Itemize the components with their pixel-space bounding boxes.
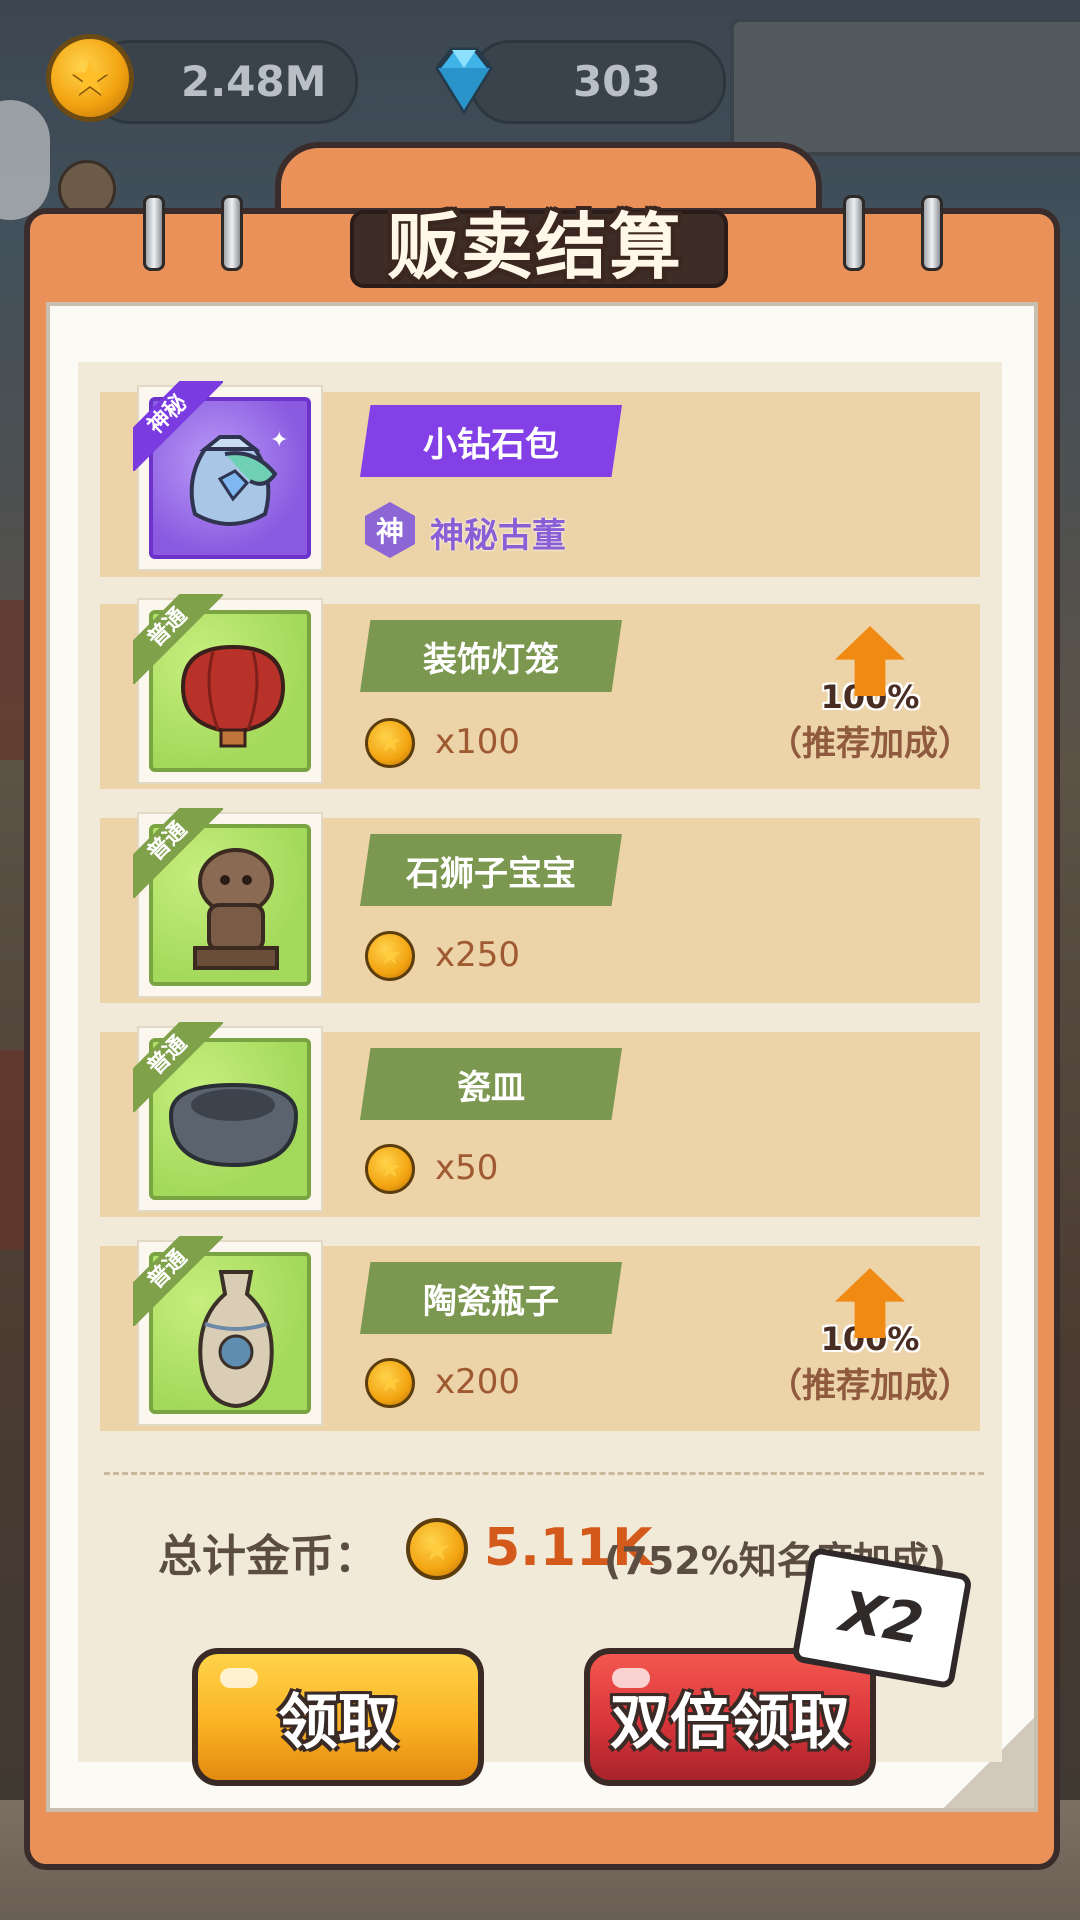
rarity-tag: 普通 xyxy=(133,1022,223,1112)
binder-ring-icon xyxy=(143,195,165,271)
double-claim-button-label: 双倍领取 xyxy=(610,1687,850,1758)
item-thumbnail-frame: 普通 xyxy=(133,594,323,784)
item-thumbnail-frame: 普通 xyxy=(133,1022,323,1212)
button-shine xyxy=(612,1668,650,1688)
coin-amount: 2.48M xyxy=(181,57,327,106)
bonus-note: （推荐加成） xyxy=(768,1366,972,1406)
gold-coin-icon: ★ xyxy=(46,34,134,122)
binder-ring-icon xyxy=(921,195,943,271)
item-quantity: x100 xyxy=(435,722,521,762)
binder-ring-icon xyxy=(221,195,243,271)
double-claim-button[interactable]: 双倍领取 xyxy=(584,1648,876,1786)
button-shine xyxy=(220,1668,258,1688)
gem-counter: 303 xyxy=(470,40,726,124)
rarity-tag: 普通 xyxy=(133,808,223,898)
item-thumbnail-frame: 普通 xyxy=(133,1236,323,1426)
item-thumbnail-frame: ✦ 神秘 xyxy=(133,381,323,571)
gem-amount: 303 xyxy=(573,57,661,106)
item-name-banner: 陶瓷瓶子 xyxy=(360,1262,622,1334)
gold-coin-icon: ★ xyxy=(365,931,415,981)
gold-coin-icon: ★ xyxy=(365,1144,415,1194)
svg-text:✦: ✦ xyxy=(270,428,288,453)
recommend-bonus: 100% （推荐加成） xyxy=(760,1268,980,1407)
gold-coin-icon: ★ xyxy=(406,1518,468,1580)
recommend-bonus: 100% （推荐加成） xyxy=(760,626,980,765)
binder-ring-icon xyxy=(843,195,865,271)
modal-title: 贩卖结算 xyxy=(386,205,683,289)
rarity-tag: 普通 xyxy=(133,594,223,684)
rarity-tag: 神秘 xyxy=(133,381,223,471)
blue-gem-icon xyxy=(434,47,494,115)
item-thumbnail-frame: 普通 xyxy=(133,808,323,998)
panda-avatar-icon xyxy=(0,100,50,220)
bonus-note: （推荐加成） xyxy=(768,724,972,764)
top-right-panel xyxy=(730,18,1080,156)
gold-coin-icon: ★ xyxy=(365,1358,415,1408)
item-quantity: x200 xyxy=(435,1362,521,1402)
item-quantity: x250 xyxy=(435,935,521,975)
item-name-banner: 装饰灯笼 xyxy=(360,620,622,692)
claim-button[interactable]: 领取 xyxy=(192,1648,484,1786)
gold-coin-icon: ★ xyxy=(365,718,415,768)
item-category-label: 神秘古董 xyxy=(430,516,566,556)
dashed-divider xyxy=(104,1472,984,1475)
item-name-banner: 瓷皿 xyxy=(360,1048,622,1120)
total-coins-label: 总计金币： xyxy=(158,1531,378,1582)
item-name-banner: 石狮子宝宝 xyxy=(360,834,622,906)
item-quantity: x50 xyxy=(435,1148,499,1188)
rarity-tag: 普通 xyxy=(133,1236,223,1326)
claim-button-label: 领取 xyxy=(278,1687,398,1758)
item-name-banner: 小钻石包 xyxy=(360,405,622,477)
